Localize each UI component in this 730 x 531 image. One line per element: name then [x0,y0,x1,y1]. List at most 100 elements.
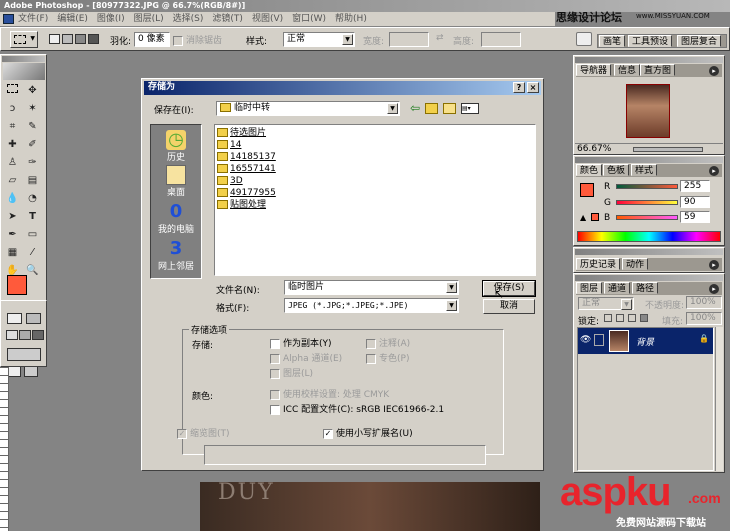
list-item[interactable]: 待选图片 [217,127,266,139]
as-copy-checkbox[interactable] [270,338,280,349]
annotations-option[interactable]: 注释(A) [366,336,410,349]
place-network[interactable]: 3 网上邻居 [156,239,196,273]
out-of-gamut-swatch[interactable] [591,213,599,221]
jump-to-imageready-icon[interactable] [7,348,41,361]
tab-paths[interactable]: 路径 [632,282,659,294]
menu-layer[interactable]: 图层(L) [134,14,164,24]
tab-color[interactable]: 颜色 [576,164,603,176]
brush-link-icon[interactable] [594,334,604,346]
list-item[interactable]: 3D [217,175,243,187]
b-slider[interactable] [616,215,678,220]
style-select[interactable]: 正常 ▼ [283,32,355,47]
spot-checkbox[interactable] [366,353,376,364]
layers-option[interactable]: 图层(L) [270,366,313,379]
thumbnail-option[interactable]: ✓ 缩览图(T) [177,426,230,439]
tab-history[interactable]: 历史记录 [576,258,621,270]
place-history[interactable]: ◷ 历史 [156,130,196,163]
filename-input[interactable]: 临时图片 ▼ [284,280,459,295]
lasso-tool-icon[interactable]: ↄ [4,101,21,116]
blur-tool-icon[interactable]: 💧 [4,191,21,206]
navigator-preview[interactable] [626,84,670,138]
blend-mode-select[interactable]: 正常 ▼ [578,297,634,310]
as-copy-option[interactable]: 作为副本(Y) [270,336,332,349]
menu-window[interactable]: 窗口(W) [292,14,326,24]
menu-image[interactable]: 图像(I) [97,14,125,24]
annotations-checkbox[interactable] [366,338,376,349]
panel-menu-icon[interactable]: ▸ [709,284,719,294]
visibility-eye-icon[interactable]: 👁 [580,335,591,345]
g-slider[interactable] [616,200,678,205]
alpha-checkbox[interactable] [270,353,280,364]
quick-mask-icons[interactable] [7,366,43,378]
marquee-tool-icon[interactable] [4,83,21,98]
up-folder-icon[interactable] [425,103,438,114]
help-button[interactable]: ? [513,82,525,93]
tab-channels[interactable]: 通道 [604,282,631,294]
healing-brush-tool-icon[interactable]: ✚ [4,137,21,152]
thumbnail-checkbox[interactable]: ✓ [177,428,187,439]
crop-tool-icon[interactable]: ⌗ [4,119,21,134]
format-select[interactable]: JPEG (*.JPG;*.JPEG;*.JPE) ▼ [284,298,459,313]
pen-tool-icon[interactable]: ✒ [4,227,21,242]
menu-filter[interactable]: 滤镜(T) [212,14,243,24]
menu-view[interactable]: 视图(V) [252,14,283,24]
clone-stamp-tool-icon[interactable]: ♙ [4,155,21,170]
tab-brushes[interactable]: 画笔 [599,35,626,47]
layers-scrollbar[interactable] [715,327,723,471]
tab-styles[interactable]: 样式 [631,164,658,176]
alpha-option[interactable]: Alpha 通道(E) [270,351,342,364]
magic-wand-tool-icon[interactable]: ✶ [24,101,41,116]
file-list[interactable]: 待选图片 14 14185137 16557141 3D 49177955 贴图… [214,124,536,276]
new-folder-icon[interactable] [443,103,456,114]
opacity-input[interactable]: 100% [686,296,722,309]
type-tool-icon[interactable]: T [24,209,41,224]
path-selection-tool-icon[interactable]: ➤ [4,209,21,224]
height-input[interactable] [481,32,521,47]
zoom-value[interactable]: 66.67% [577,144,611,154]
standard-mode-icon[interactable] [7,313,22,324]
proof-checkbox[interactable] [270,389,280,400]
selection-mode-icons[interactable] [49,34,105,46]
brush-tool-icon[interactable]: ✐ [24,137,41,152]
tab-navigator[interactable]: 导航器 [576,64,612,76]
save-in-select[interactable]: 临时中转 ▼ [216,101,400,116]
list-item[interactable]: 16557141 [217,163,276,175]
marquee-tool-preset-icon[interactable]: ▼ [10,31,38,48]
history-brush-tool-icon[interactable]: ✑ [24,155,41,170]
lock-icons[interactable] [604,314,652,324]
panel-menu-icon[interactable]: ▸ [709,166,719,176]
color-foreground-swatch[interactable] [580,183,594,197]
menu-select[interactable]: 选择(S) [173,14,204,24]
list-item[interactable]: 贴图处理 [217,199,266,211]
place-desktop[interactable]: 桌面 [156,165,196,198]
r-slider[interactable] [616,184,678,189]
antialias-checkbox[interactable]: 消除锯齿 [173,33,222,46]
fill-input[interactable]: 100% [686,312,722,325]
tab-info[interactable]: 信息 [614,64,641,76]
proof-option[interactable]: 使用校样设置: 处理 CMYK [270,387,389,400]
place-my-computer[interactable]: 0 我的电脑 [156,202,196,236]
zoom-slider[interactable] [633,147,703,152]
eraser-tool-icon[interactable]: ▱ [4,173,21,188]
move-tool-icon[interactable]: ✥ [24,83,41,98]
icc-option[interactable]: ICC 配置文件(C): sRGB IEC61966-2.1 [270,402,444,415]
menu-file[interactable]: 文件(F) [18,14,48,24]
lowercase-option[interactable]: ✓ 使用小写扩展名(U) [323,426,413,439]
document-canvas[interactable]: DUY [200,482,540,531]
dodge-tool-icon[interactable]: ◔ [24,191,41,206]
lowercase-checkbox[interactable]: ✓ [323,428,333,439]
tab-layers[interactable]: 图层 [576,282,603,294]
table-row[interactable]: 👁 背景 🔒 [578,328,713,354]
color-ramp[interactable] [577,231,721,242]
menu-help[interactable]: 帮助(H) [335,14,367,24]
gradient-tool-icon[interactable]: ▤ [24,173,41,188]
list-item[interactable]: 14185137 [217,151,276,163]
cancel-button[interactable]: 取消 [483,299,535,314]
tab-actions[interactable]: 动作 [622,258,649,270]
tab-layer-comps[interactable]: 图层复合 [677,35,722,47]
file-browser-icon[interactable] [576,32,592,46]
back-icon[interactable]: ⇦ [410,101,420,115]
panel-menu-icon[interactable]: ▸ [709,260,719,270]
quick-mask-mode-icon[interactable] [26,313,41,324]
layers-checkbox[interactable] [270,368,280,379]
